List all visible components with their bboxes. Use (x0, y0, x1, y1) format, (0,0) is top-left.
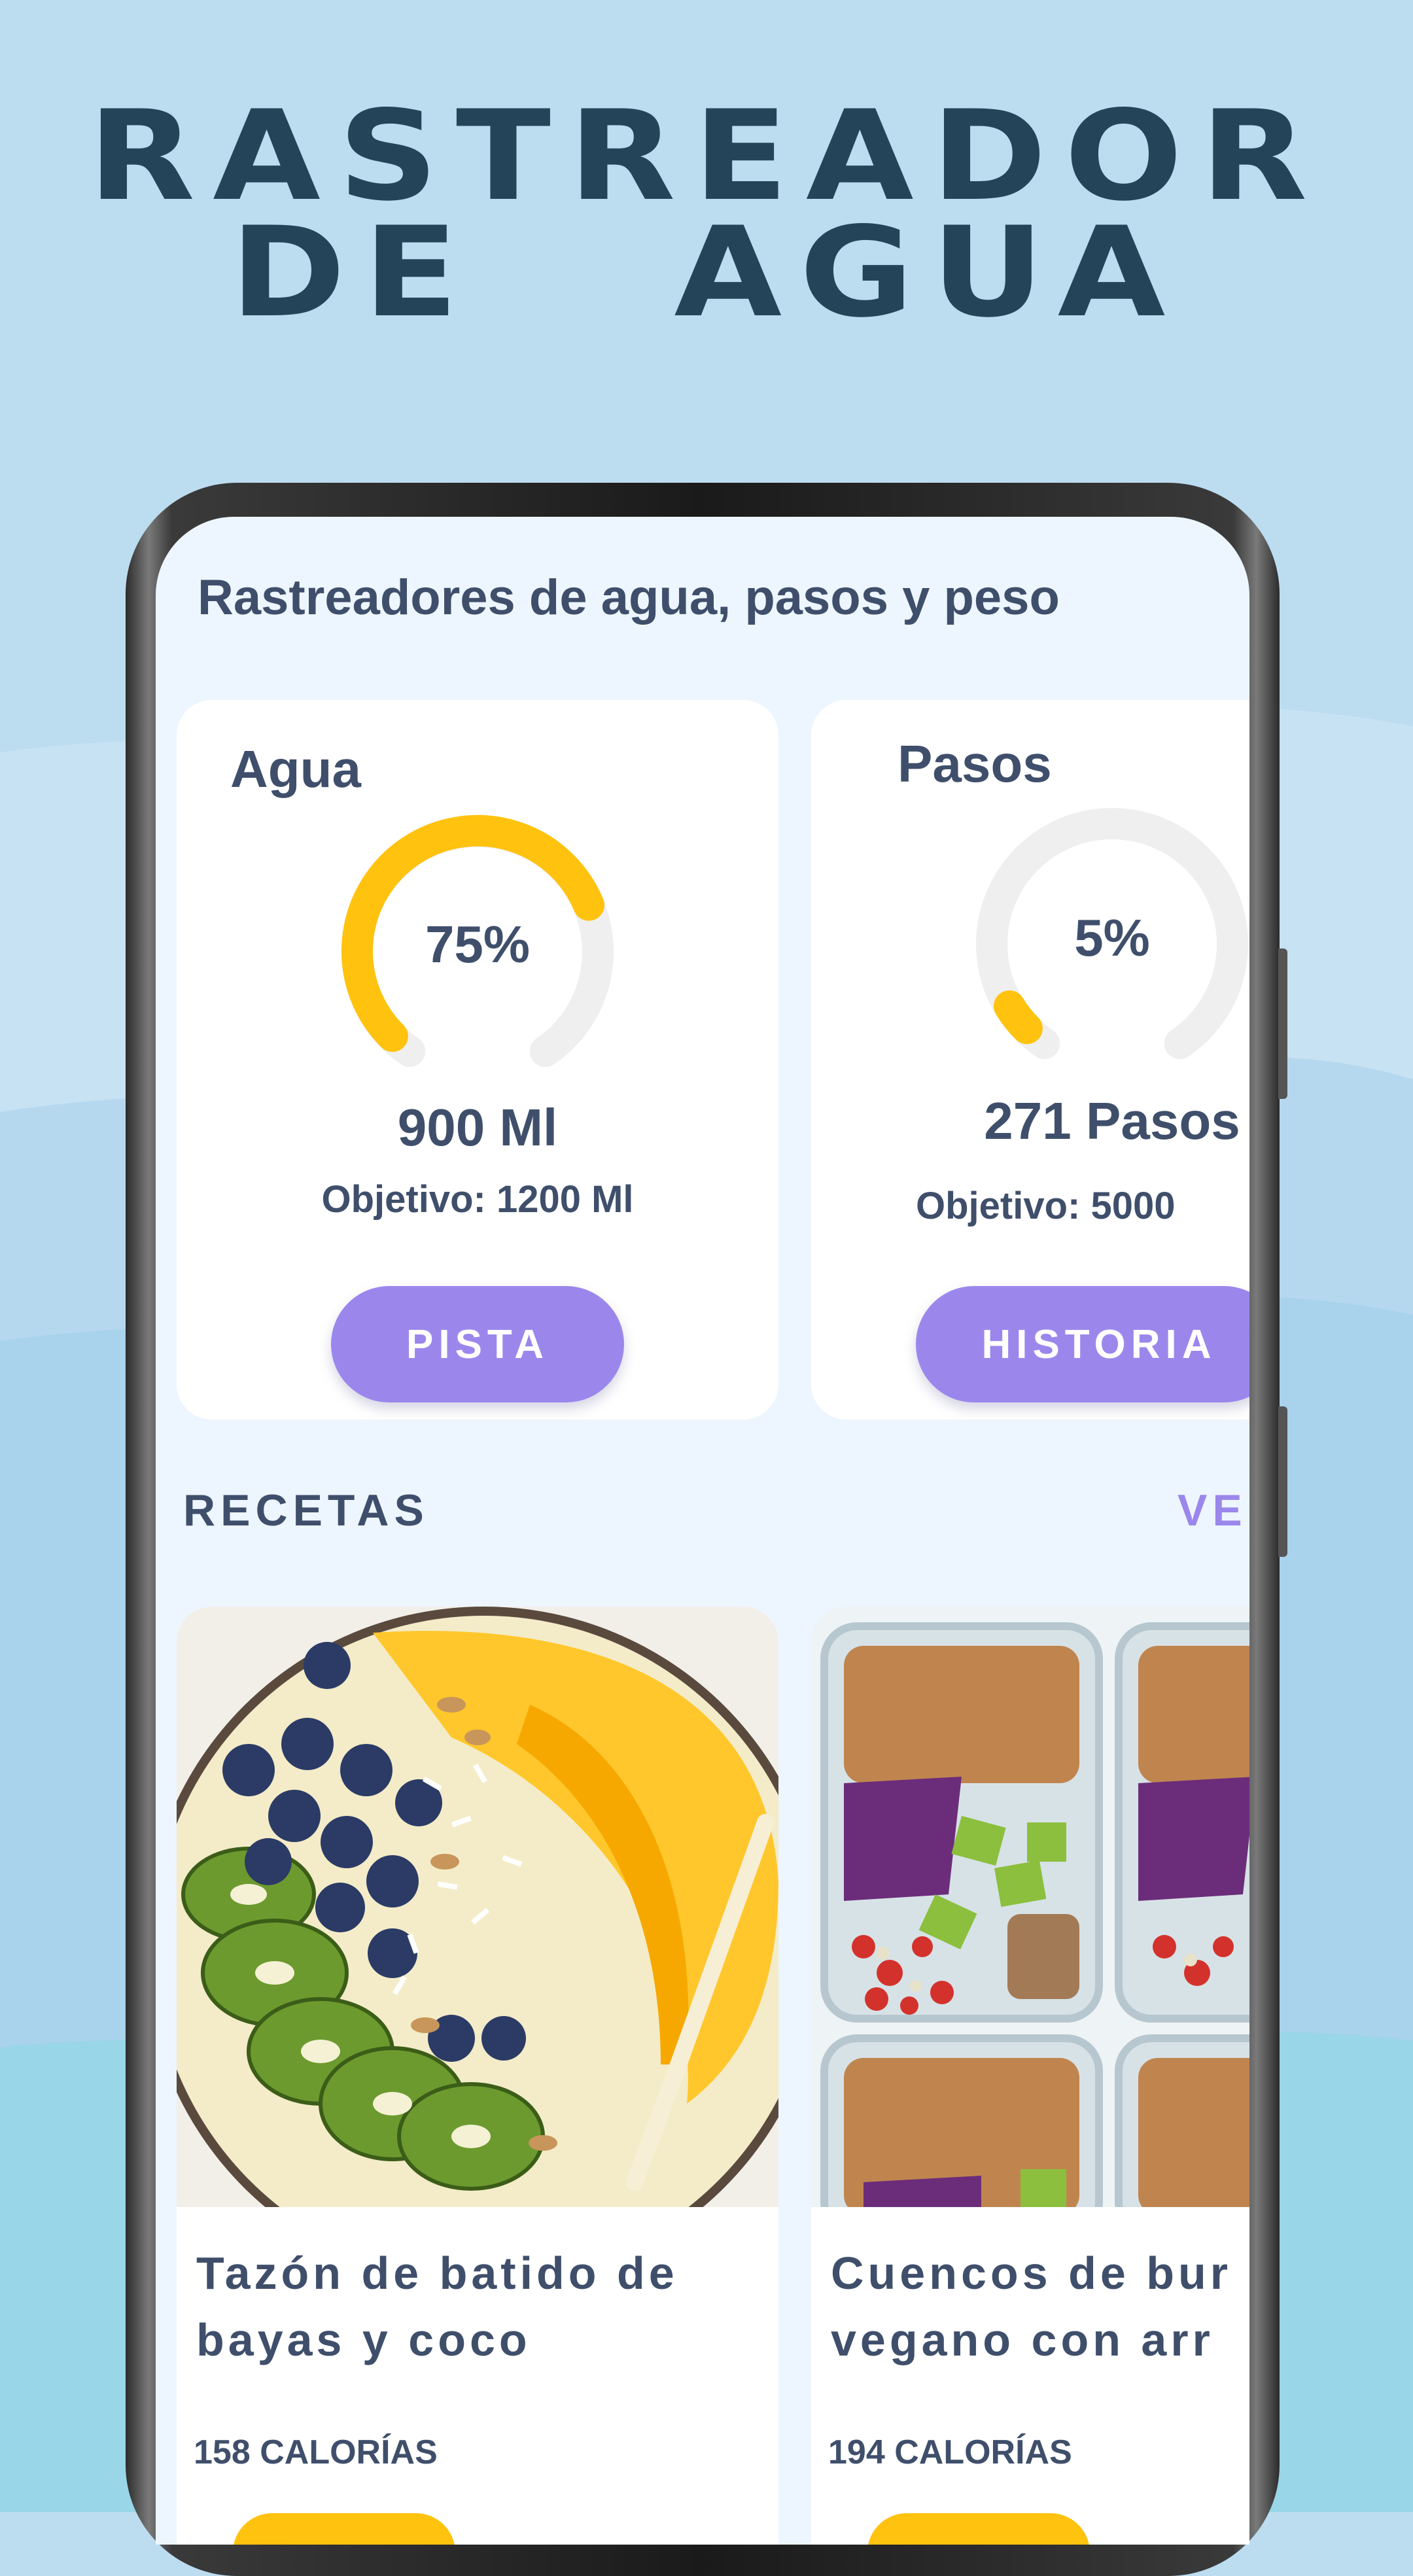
recipe-action-button[interactable] (867, 2513, 1090, 2545)
water-goal: Objetivo: 1200 Ml (321, 1178, 634, 1221)
steps-goal: Objetivo: 5000 (916, 1185, 1176, 1227)
phone-screen: Rastreadores de agua, pasos y peso Agua … (156, 517, 1249, 2545)
smoothie-bowl-photo-icon (177, 1607, 778, 2207)
tracker-card-agua: Agua 75% 900 Ml Objetivo: 1200 Ml PISTA (177, 700, 778, 1419)
phone-power-button (1278, 1406, 1287, 1557)
recipes-section-title: RECETAS (183, 1486, 429, 1535)
recipe-name: Tazón de batido de bayas y coco (196, 2248, 678, 2365)
recipe-name: Cuencos de bur vegano con arr (831, 2248, 1232, 2365)
headline-line-1: RASTREADOR (88, 84, 1325, 228)
see-all-recipes-link[interactable]: VE (1178, 1485, 1247, 1536)
phone-volume-button (1278, 949, 1287, 1099)
water-amount: 900 Ml (397, 1098, 558, 1157)
track-button[interactable]: PISTA (331, 1286, 624, 1402)
meal-prep-containers-photo-icon (811, 1607, 1249, 2207)
tracker-title: Agua (230, 740, 361, 798)
recipe-action-button[interactable] (233, 2513, 455, 2545)
steps-count: 271 Pasos (984, 1092, 1240, 1150)
gauge-percent-label: 75% (425, 915, 531, 973)
gauge-fill (994, 990, 1043, 1045)
tracker-title: Pasos (898, 735, 1052, 793)
app-headline: RASTREADOR DE AGUA (0, 84, 1413, 345)
tracker-card-pasos: Pasos 5% 271 Pasos Objetivo: 5000 HISTOR… (811, 700, 1249, 1419)
recipe-calories: 194 CALORÍAS (828, 2433, 1072, 2471)
gauge-percent-label: 5% (1074, 909, 1150, 967)
recipe-calories: 158 CALORÍAS (194, 2433, 438, 2471)
history-button[interactable]: HISTORIA (916, 1286, 1249, 1402)
headline-line-2: DE AGUA (230, 200, 1183, 345)
screen-title: Rastreadores de agua, pasos y peso (198, 570, 1060, 625)
recipe-card[interactable]: Tazón de batido de bayas y coco 158 CALO… (177, 1607, 778, 2545)
recipe-card[interactable]: Cuencos de bur vegano con arr 194 CALORÍ… (811, 1607, 1249, 2545)
